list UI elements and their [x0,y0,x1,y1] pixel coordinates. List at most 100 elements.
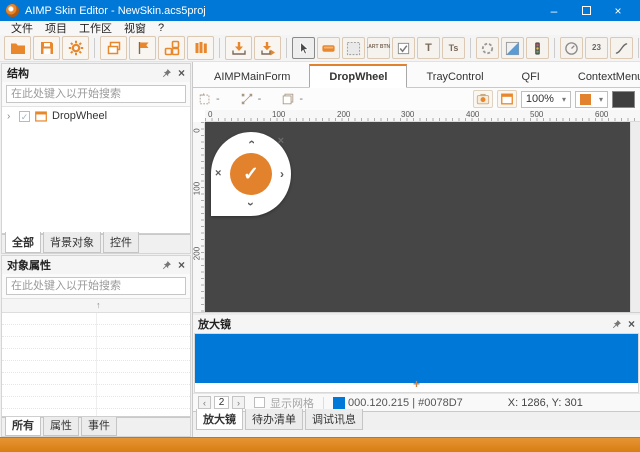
design-canvas[interactable]: × › › › × ✓ [205,122,630,312]
maximize-icon [582,6,591,15]
tab-magnifier[interactable]: 放大镜 [196,409,243,430]
minimize-button[interactable]: – [538,0,570,21]
tree-item-label: DropWheel [52,110,107,122]
menu-file[interactable]: 文件 [5,20,39,36]
gear-icon [68,40,84,56]
zoom-factor-value[interactable]: 2 [214,396,229,409]
zoom-select[interactable]: 100% ▾ [521,91,571,108]
accent-color-select[interactable]: ▾ [575,91,608,108]
tab-all-objects[interactable]: 全部 [5,232,41,253]
structure-search-input[interactable] [6,85,186,103]
chevron-down-icon[interactable]: › [245,202,257,206]
tab-debug-messages[interactable]: 调试讯息 [305,409,363,430]
zoom-decrease-button[interactable]: ‹ [198,396,211,409]
menu-project[interactable]: 项目 [39,20,73,36]
layers-select-dropdown[interactable]: - [281,92,303,106]
tab-todo-list[interactable]: 待办清单 [245,409,303,430]
chevron-right-icon[interactable]: › [280,168,284,180]
curve-tool-button[interactable] [610,37,633,59]
ruler-horizontal: 0 100 200 300 400 500 600 [205,110,640,122]
properties-grid-header[interactable]: ↑ [2,299,190,313]
menu-workspace[interactable]: 工作区 [73,20,118,36]
doc-tab-traycontrol[interactable]: TrayControl [407,66,502,87]
import-run-button[interactable] [254,36,281,60]
ruler-label: 100 [272,110,285,119]
tree-item-dropwheel[interactable]: › ✓ DropWheel [2,107,190,125]
menu-window[interactable]: 视窗 [118,20,152,36]
select-tool-button[interactable] [292,37,315,59]
resources-button[interactable] [187,36,214,60]
number-tool-button[interactable]: 23 [585,37,608,59]
layers-icon [281,92,295,106]
show-grid-checkbox[interactable] [254,397,265,408]
visibility-checkbox[interactable]: ✓ [19,111,30,122]
doc-tab-aimpmainform[interactable]: AIMPMainForm [195,66,309,87]
pin-icon[interactable] [161,260,172,271]
zoom-increase-button[interactable]: › [232,396,245,409]
screenshot-button[interactable] [473,90,493,108]
maximize-button[interactable] [570,0,602,21]
properties-search-input[interactable] [6,277,186,295]
anchor-select-dropdown[interactable]: - [240,92,262,106]
gradient-tool-button[interactable] [501,37,524,59]
tab-controls[interactable]: 控件 [103,232,139,253]
properties-panel-header: 对象属性 × [2,256,190,274]
structure-close-icon[interactable]: × [178,67,185,79]
doc-tab-dropwheel[interactable]: DropWheel [309,64,407,88]
magnifier-header: 放大镜 × [193,315,640,333]
shuffle-cross-icon[interactable]: × [215,169,221,180]
checkbox-tool-button[interactable] [392,37,415,59]
status-bar [0,437,640,452]
canvas-color-swatch[interactable] [612,91,635,108]
forms-button[interactable] [100,36,127,60]
canvas-scrollbar[interactable] [630,122,640,312]
properties-close-icon[interactable]: × [178,259,185,271]
open-project-button[interactable] [4,36,31,60]
objects-button[interactable] [158,36,185,60]
text-small-tool-button[interactable]: Ts [442,37,465,59]
fit-window-button[interactable] [497,90,517,108]
settings-button[interactable] [62,36,89,60]
doc-tab-contextmenu[interactable]: ContextMenu [559,66,640,87]
tab-all-properties[interactable]: 所有 [5,415,41,436]
dropwheel-widget[interactable]: × › › › × ✓ [211,132,291,216]
frame-select-dropdown[interactable]: - [198,92,220,106]
button-tool-button[interactable] [317,37,340,59]
structure-tabs: 全部 背景对象 控件 [2,234,190,253]
menu-help[interactable]: ? [152,22,170,34]
preview-button[interactable] [129,36,156,60]
doc-tab-qfi[interactable]: QFI [503,66,559,87]
magnifier-view: + [194,333,639,393]
flag-icon [135,40,151,56]
magnifier-close-icon[interactable]: × [628,318,635,330]
tab-properties[interactable]: 属性 [43,415,79,436]
bottom-panel-tabs: 放大镜 待办清单 调试讯息 [193,411,640,430]
gauge-tool-button[interactable] [560,37,583,59]
structure-tree: › ✓ DropWheel [2,106,190,234]
toolbar-separator [470,38,471,58]
text-tool-button[interactable]: T [417,37,440,59]
close-button[interactable]: × [602,0,634,21]
chevron-up-icon[interactable]: › [245,140,257,144]
expand-arrow-icon[interactable]: › [7,111,15,122]
text-icon: T [425,43,432,54]
structure-panel-header: 结构 × [2,64,190,82]
skinned-label-tool-button[interactable]: .ART BTN [367,37,390,59]
widget-close-icon[interactable]: × [278,135,284,147]
image-tool-button[interactable] [342,37,365,59]
import-run-icon [260,40,276,56]
pin-icon[interactable] [611,319,622,330]
cursor-icon [296,41,311,56]
tab-background-objects[interactable]: 背景对象 [43,232,101,253]
chevron-down-icon: ▾ [562,95,566,104]
tab-events[interactable]: 事件 [81,415,117,436]
confirm-button[interactable]: ✓ [230,153,272,195]
trafficlight-tool-button[interactable] [526,37,549,59]
sort-ascending-icon: ↑ [96,300,101,310]
save-project-button[interactable] [33,36,60,60]
toolbar-separator [638,38,639,58]
crosshair-icon: + [413,377,420,391]
import-button[interactable] [225,36,252,60]
ring-tool-button[interactable] [476,37,499,59]
pin-icon[interactable] [161,68,172,79]
